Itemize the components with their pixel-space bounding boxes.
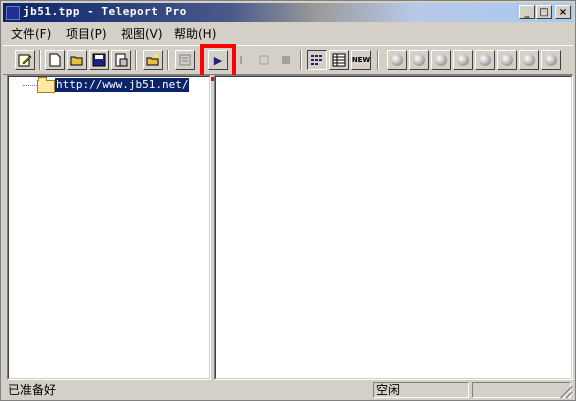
new-button[interactable] — [45, 50, 65, 70]
stop-all-button[interactable] — [276, 50, 296, 70]
detail-view-button[interactable] — [329, 50, 349, 70]
save-icon — [92, 53, 106, 67]
circle-icon — [479, 54, 491, 66]
view-button[interactable] — [175, 50, 195, 70]
tree-item-root[interactable]: http://www.jb51.net/ — [55, 78, 190, 92]
open-folder-icon — [70, 56, 83, 66]
toolbar: ▶ NEW — [3, 45, 573, 75]
circle-icon — [457, 54, 469, 66]
stop-icon — [259, 55, 269, 65]
minimize-button[interactable]: _ — [519, 5, 535, 19]
view-icon — [179, 54, 191, 66]
circle-icon — [435, 54, 447, 66]
toolbar-round-button-7[interactable] — [519, 50, 539, 70]
close-button[interactable]: × — [555, 5, 571, 19]
stop-button[interactable] — [254, 50, 274, 70]
status-bar: 已准备好 空闲 — [3, 381, 573, 399]
app-icon[interactable] — [6, 6, 20, 20]
file-list — [215, 76, 572, 379]
circle-icon — [391, 54, 403, 66]
stop-all-icon — [282, 56, 290, 64]
wizard-icon — [146, 53, 159, 66]
circle-icon — [413, 54, 425, 66]
toolbar-round-button-5[interactable] — [475, 50, 495, 70]
open-button[interactable] — [67, 50, 87, 70]
toolbar-round-button-2[interactable] — [409, 50, 429, 70]
circle-icon — [545, 54, 557, 66]
menu-file[interactable]: 文件(F) — [11, 25, 51, 42]
new-badge-icon: NEW — [351, 56, 371, 64]
toolbar-separator — [135, 50, 137, 70]
new-project-wizard-button[interactable] — [143, 50, 163, 70]
circle-icon — [501, 54, 513, 66]
folder-icon — [37, 77, 55, 93]
resize-grip[interactable] — [560, 386, 572, 398]
window-title: jb51.tpp - Teleport Pro — [23, 5, 187, 18]
file-list-pane[interactable] — [214, 75, 573, 380]
new-items-button[interactable]: NEW — [351, 50, 371, 70]
toolbar-round-button-6[interactable] — [497, 50, 517, 70]
toolbar-round-button-1[interactable] — [387, 50, 407, 70]
status-message: 已准备好 — [8, 383, 57, 397]
project-tree: http://www.jb51.net/ — [8, 76, 210, 379]
new-file-icon — [49, 53, 61, 67]
toolbar-round-button-8[interactable] — [541, 50, 561, 70]
menu-view[interactable]: 视图(V) — [121, 25, 163, 42]
maximize-button[interactable]: □ — [536, 5, 552, 19]
status-state: 空闲 — [373, 382, 469, 398]
list-view-button[interactable] — [307, 50, 327, 70]
circle-icon — [523, 54, 535, 66]
menu-project[interactable]: 项目(P) — [66, 25, 107, 42]
menu-help[interactable]: 帮助(H) — [174, 25, 216, 42]
properties-icon — [115, 53, 128, 67]
pause-icon — [240, 56, 242, 64]
app-window: jb51.tpp - Teleport Pro _ □ × 文件(F) 项目(P… — [0, 0, 576, 401]
toolbar-separator — [377, 50, 379, 70]
toolbar-separator — [39, 50, 41, 70]
toolbar-round-button-4[interactable] — [453, 50, 473, 70]
edit-icon — [18, 54, 32, 67]
toolbar-separator — [300, 50, 302, 70]
title-bar[interactable]: jb51.tpp - Teleport Pro _ □ × — [3, 3, 573, 22]
save-button[interactable] — [89, 50, 109, 70]
detail-view-icon — [332, 53, 346, 67]
toolbar-separator — [167, 50, 169, 70]
edit-button[interactable] — [15, 50, 35, 70]
project-tree-pane[interactable]: http://www.jb51.net/ — [7, 75, 211, 380]
properties-button[interactable] — [111, 50, 131, 70]
menu-bar: 文件(F) 项目(P) 视图(V) 帮助(H) — [3, 23, 573, 42]
list-view-icon — [311, 55, 322, 65]
toolbar-round-button-3[interactable] — [431, 50, 451, 70]
status-extra — [472, 382, 571, 398]
